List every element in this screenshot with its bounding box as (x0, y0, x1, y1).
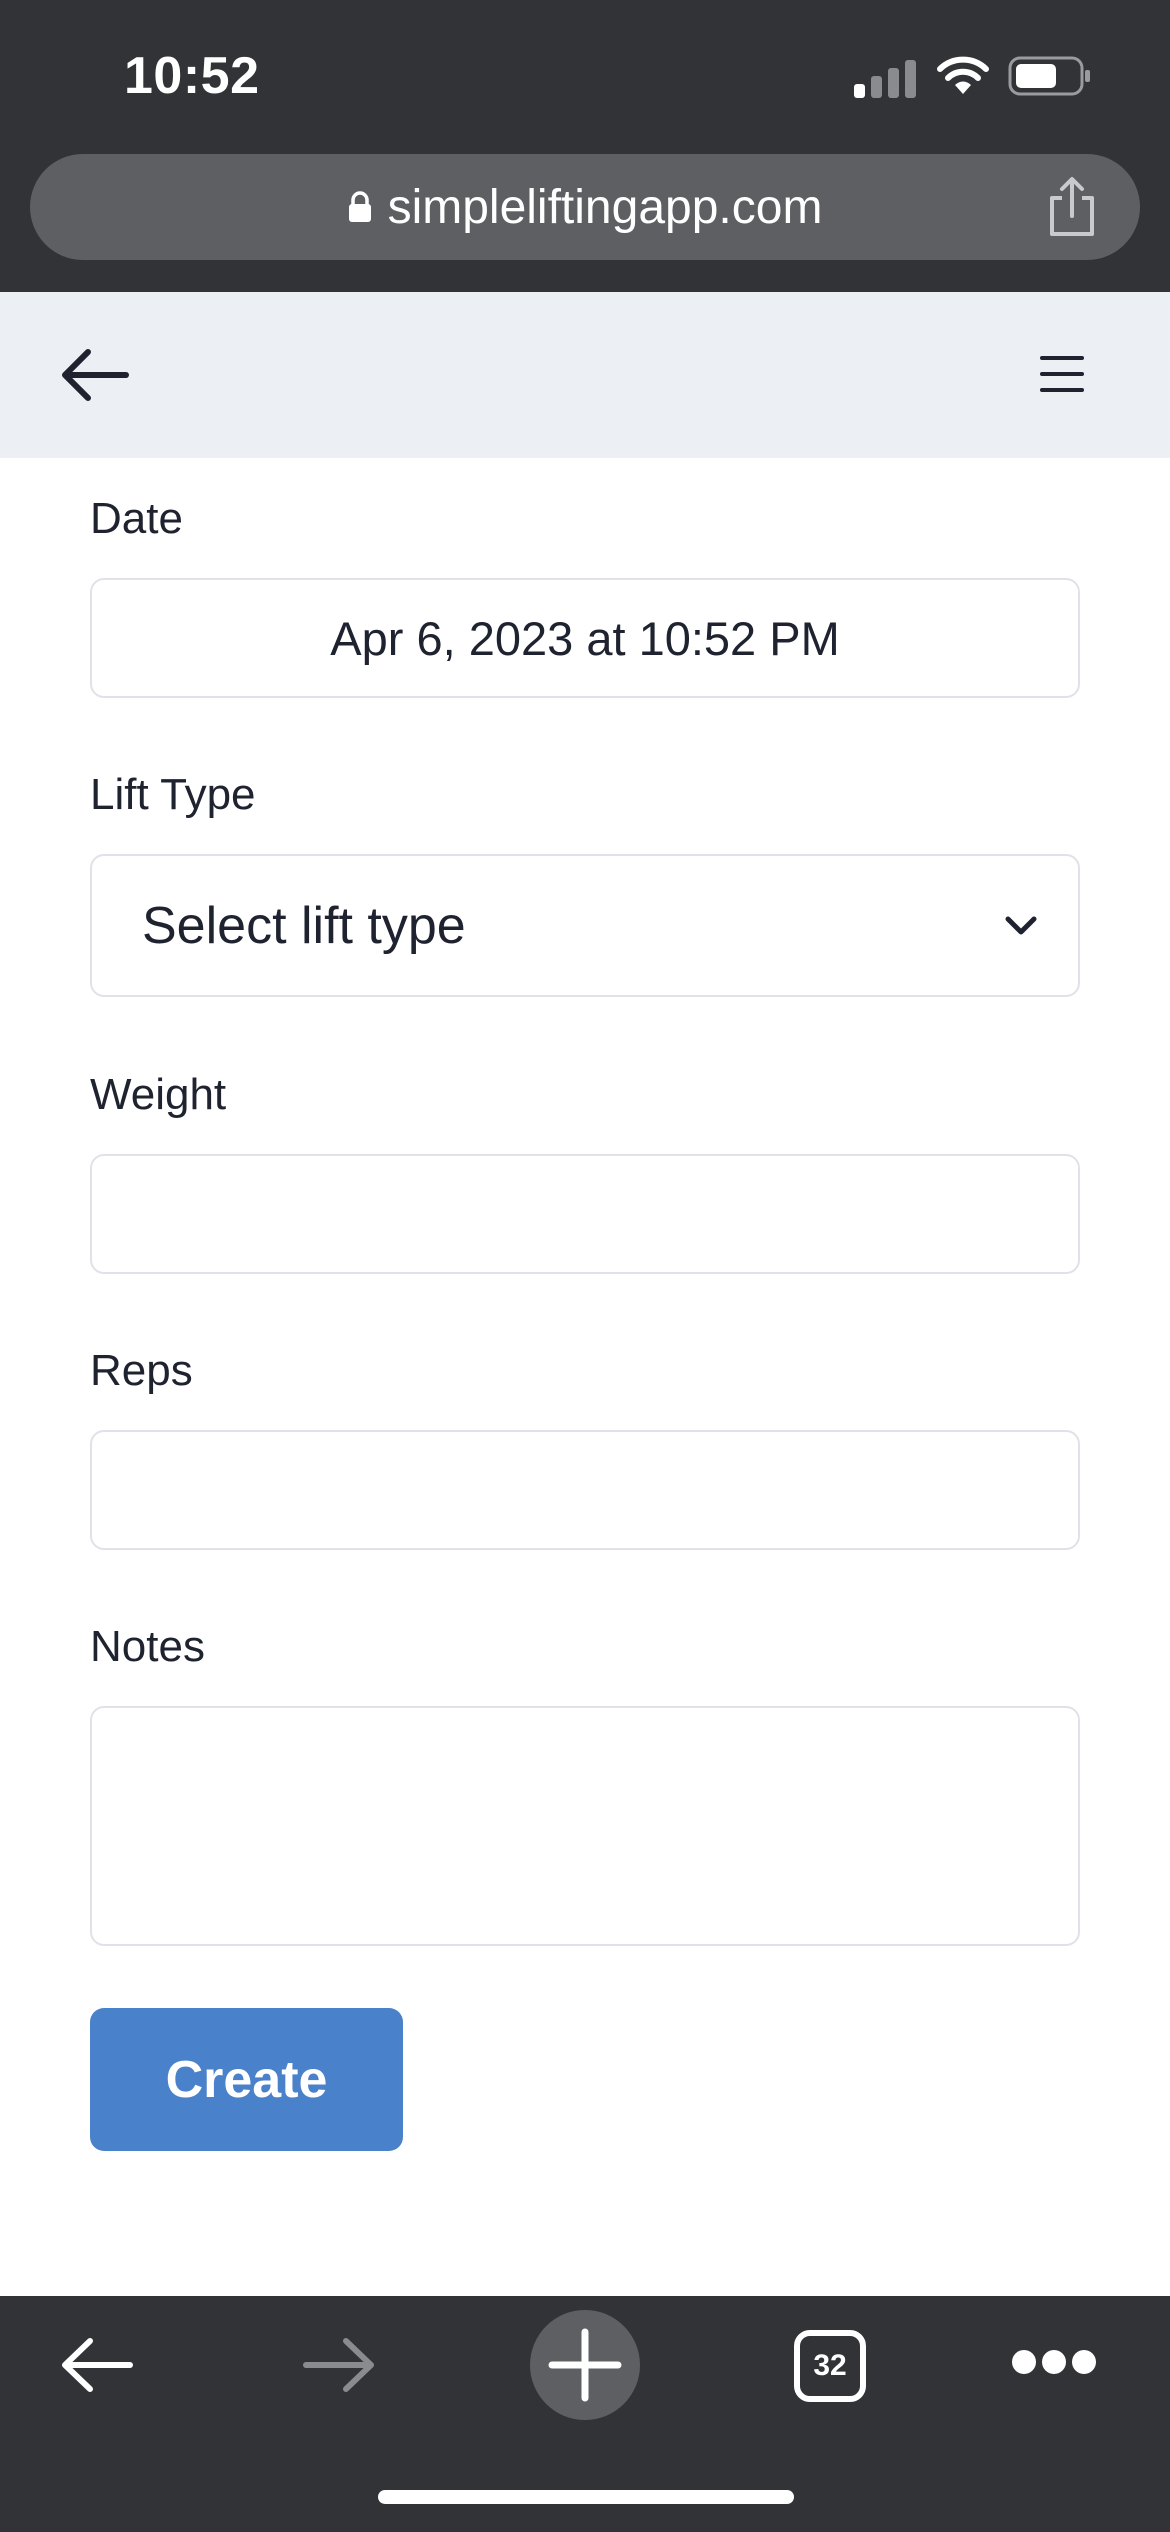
date-value: Apr 6, 2023 at 10:52 PM (330, 611, 840, 665)
date-label: Date (90, 494, 183, 543)
status-time: 10:52 (124, 47, 260, 105)
lock-icon (348, 191, 371, 222)
share-icon[interactable] (1044, 176, 1100, 238)
reps-label: Reps (90, 1346, 193, 1395)
date-input[interactable]: Apr 6, 2023 at 10:52 PM (90, 578, 1080, 698)
notes-textarea[interactable] (90, 1706, 1080, 1946)
browser-top-chrome: 10:52 simpleliftingapp.com (0, 0, 1170, 292)
create-button[interactable]: Create (90, 2008, 403, 2151)
hamburger-menu-icon[interactable] (1040, 354, 1084, 394)
wifi-icon (937, 56, 989, 94)
more-options-icon[interactable] (1012, 2350, 1096, 2376)
home-indicator (378, 2490, 794, 2504)
weight-input[interactable] (90, 1154, 1080, 1274)
cellular-signal-icon (854, 58, 916, 98)
lift-type-selected-value: Select lift type (142, 896, 466, 955)
notes-label: Notes (90, 1622, 205, 1671)
browser-forward-icon[interactable] (300, 2332, 378, 2398)
new-tab-button[interactable] (530, 2310, 640, 2420)
browser-bottom-toolbar: 32 (0, 2296, 1170, 2532)
plus-icon (548, 2328, 622, 2402)
app-header (0, 292, 1170, 458)
address-bar[interactable]: simpleliftingapp.com (30, 154, 1140, 260)
lift-type-select[interactable]: Select lift type (90, 854, 1080, 997)
url-text: simpleliftingapp.com (387, 180, 823, 234)
lift-type-label: Lift Type (90, 770, 256, 819)
reps-input[interactable] (90, 1430, 1080, 1550)
weight-label: Weight (90, 1070, 227, 1119)
tab-count-button[interactable]: 32 (794, 2330, 866, 2402)
back-arrow-icon[interactable] (58, 338, 132, 412)
battery-icon (1008, 56, 1090, 96)
chevron-down-icon (1005, 916, 1037, 934)
browser-back-icon[interactable] (58, 2332, 136, 2398)
